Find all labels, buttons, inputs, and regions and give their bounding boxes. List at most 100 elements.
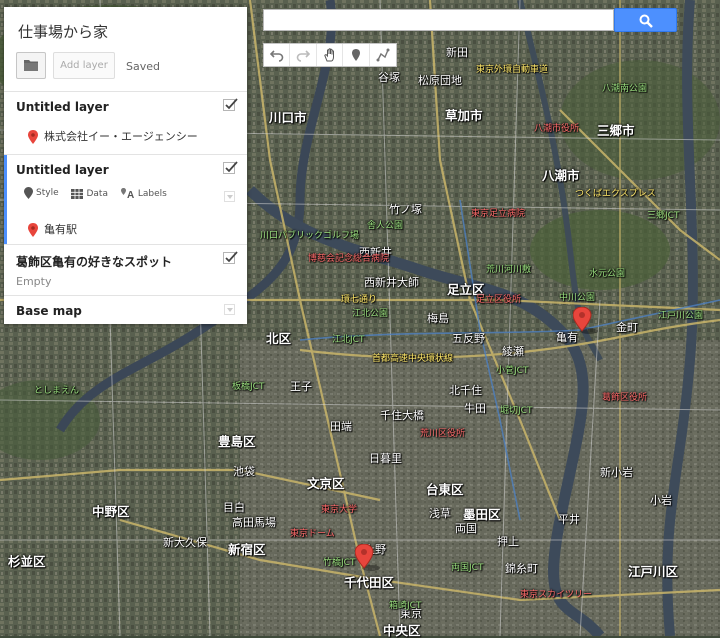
map-label: 小岩 bbox=[650, 494, 672, 507]
layer-2[interactable]: Untitled layer Style Data A Labels 亀有駅 bbox=[4, 154, 247, 244]
map-label: 王子 bbox=[290, 380, 312, 393]
layer-visibility-checkbox[interactable] bbox=[223, 161, 238, 174]
search-button[interactable] bbox=[614, 8, 677, 32]
map-label: 博慈会記念総合病院 bbox=[308, 254, 390, 264]
layers-panel: 仕事場から家 Add layer Saved Untitled layer 株式… bbox=[4, 7, 247, 324]
base-map-layer[interactable]: Base map bbox=[4, 295, 247, 325]
map-label: 荒川区役所 bbox=[420, 429, 466, 439]
search-icon bbox=[639, 14, 653, 28]
open-folder-button[interactable] bbox=[16, 52, 46, 79]
map-label: 水元公園 bbox=[589, 269, 626, 279]
add-marker-button[interactable] bbox=[343, 44, 370, 66]
map-label: 八潮市 bbox=[542, 168, 580, 183]
map-label: 三郷JCT bbox=[647, 211, 680, 221]
svg-text:A: A bbox=[127, 190, 134, 199]
pan-tool-button[interactable] bbox=[317, 44, 344, 66]
map-label: 川口パブリックゴルフ場 bbox=[260, 231, 360, 241]
map-label: 竹ノ塚 bbox=[389, 203, 422, 216]
map-label: 文京区 bbox=[307, 476, 345, 491]
layer-visibility-checkbox[interactable] bbox=[223, 251, 238, 264]
data-button[interactable]: Data bbox=[71, 189, 108, 199]
search-input[interactable] bbox=[263, 9, 614, 31]
layer-visibility-checkbox[interactable] bbox=[223, 98, 238, 111]
layer-empty-label: Empty bbox=[16, 275, 52, 288]
map-label: 松原団地 bbox=[418, 74, 462, 87]
map-label: 両国 bbox=[455, 522, 477, 535]
map-label: 墨田区 bbox=[463, 507, 501, 522]
line-icon bbox=[376, 48, 390, 62]
layer-name[interactable]: Untitled layer bbox=[16, 100, 109, 114]
map-label: 日暮里 bbox=[369, 452, 402, 465]
map-label: 金町 bbox=[616, 321, 638, 334]
map-label: 板橋JCT bbox=[232, 382, 265, 392]
layer-name[interactable]: 葛飾区亀有の好きなスポット bbox=[16, 253, 172, 270]
map-label: 荒川河川敷 bbox=[486, 265, 532, 275]
map-label: 北千住 bbox=[449, 384, 482, 397]
hand-icon bbox=[324, 48, 334, 62]
panel-header: 仕事場から家 Add layer Saved bbox=[4, 7, 247, 91]
marker-icon bbox=[352, 49, 361, 61]
map-label: 新大久保 bbox=[163, 536, 207, 549]
map-label: 八潮南公園 bbox=[602, 84, 648, 94]
map-label: 中野区 bbox=[92, 504, 130, 519]
map-label: 目白 bbox=[223, 501, 245, 514]
map-toolbar bbox=[263, 43, 397, 67]
layer-options-dropdown[interactable] bbox=[224, 191, 235, 202]
map-label: 江戸川公園 bbox=[658, 311, 704, 321]
checkmark-icon bbox=[225, 161, 238, 173]
map-label: 東京スカイツリー bbox=[520, 590, 593, 600]
map-label: 西新井大師 bbox=[364, 276, 419, 289]
map-label: 箱崎JCT bbox=[389, 601, 422, 611]
map-label: 高田馬場 bbox=[232, 516, 276, 529]
map-label: 牛田 bbox=[464, 402, 486, 415]
red-pin-icon bbox=[28, 130, 38, 144]
layer-name[interactable]: Base map bbox=[16, 304, 82, 318]
layer-tools: Style Data A Labels bbox=[24, 187, 177, 202]
map-label: 錦糸町 bbox=[505, 562, 538, 575]
map-label: 千住大橋 bbox=[380, 409, 424, 422]
map-label: 池袋 bbox=[233, 465, 255, 478]
add-layer-button[interactable]: Add layer bbox=[53, 52, 115, 79]
map-title[interactable]: 仕事場から家 bbox=[18, 21, 108, 42]
map-label: 舎人公園 bbox=[367, 221, 404, 231]
map-marker-company[interactable] bbox=[355, 544, 381, 574]
undo-button[interactable] bbox=[264, 44, 291, 66]
map-label: 小菅JCT bbox=[496, 366, 529, 376]
layer-item-label: 株式会社イー・エージェンシー bbox=[44, 130, 198, 143]
draw-line-button[interactable] bbox=[370, 44, 396, 66]
map-label: 竹橋JCT bbox=[323, 558, 356, 568]
layer-item[interactable]: 亀有駅 bbox=[28, 221, 77, 237]
map-label: 浅草 bbox=[429, 507, 451, 520]
map-label: 北区 bbox=[266, 331, 292, 346]
map-label: 環七通り bbox=[341, 295, 378, 305]
map-label: 綾瀬 bbox=[502, 345, 524, 358]
map-label: 新田 bbox=[446, 46, 468, 59]
layer-3[interactable]: 葛飾区亀有の好きなスポット Empty bbox=[4, 244, 247, 295]
style-button[interactable]: Style bbox=[24, 187, 59, 199]
map-label: 首都高速中央環状線 bbox=[372, 354, 454, 364]
map-marker-kameari-station[interactable] bbox=[573, 307, 599, 337]
layer-name[interactable]: Untitled layer bbox=[16, 163, 109, 177]
map-label: 中川公園 bbox=[559, 293, 596, 303]
layer-item[interactable]: 株式会社イー・エージェンシー bbox=[28, 128, 198, 144]
layer-1[interactable]: Untitled layer 株式会社イー・エージェンシー bbox=[4, 91, 247, 154]
checkmark-icon bbox=[225, 251, 238, 263]
map-label: 平井 bbox=[558, 513, 580, 526]
map-label: 両国JCT bbox=[451, 563, 484, 573]
map-label: 台東区 bbox=[426, 482, 464, 497]
base-map-dropdown[interactable] bbox=[224, 304, 235, 315]
layer-item-label: 亀有駅 bbox=[44, 223, 77, 236]
redo-button[interactable] bbox=[290, 44, 317, 66]
map-label: 豊島区 bbox=[218, 434, 256, 449]
map-label: 葛飾区役所 bbox=[602, 393, 648, 403]
map-label: としまえん bbox=[34, 386, 80, 396]
table-icon bbox=[71, 189, 84, 199]
redo-icon bbox=[297, 50, 311, 62]
map-label: 八潮市役所 bbox=[534, 124, 580, 134]
folder-icon bbox=[24, 60, 38, 71]
undo-icon bbox=[270, 50, 284, 62]
labels-button[interactable]: A Labels bbox=[120, 188, 167, 199]
map-label: 堀切JCT bbox=[500, 406, 533, 416]
map-label: 東京足立病院 bbox=[471, 209, 526, 219]
checkmark-icon bbox=[225, 98, 238, 110]
